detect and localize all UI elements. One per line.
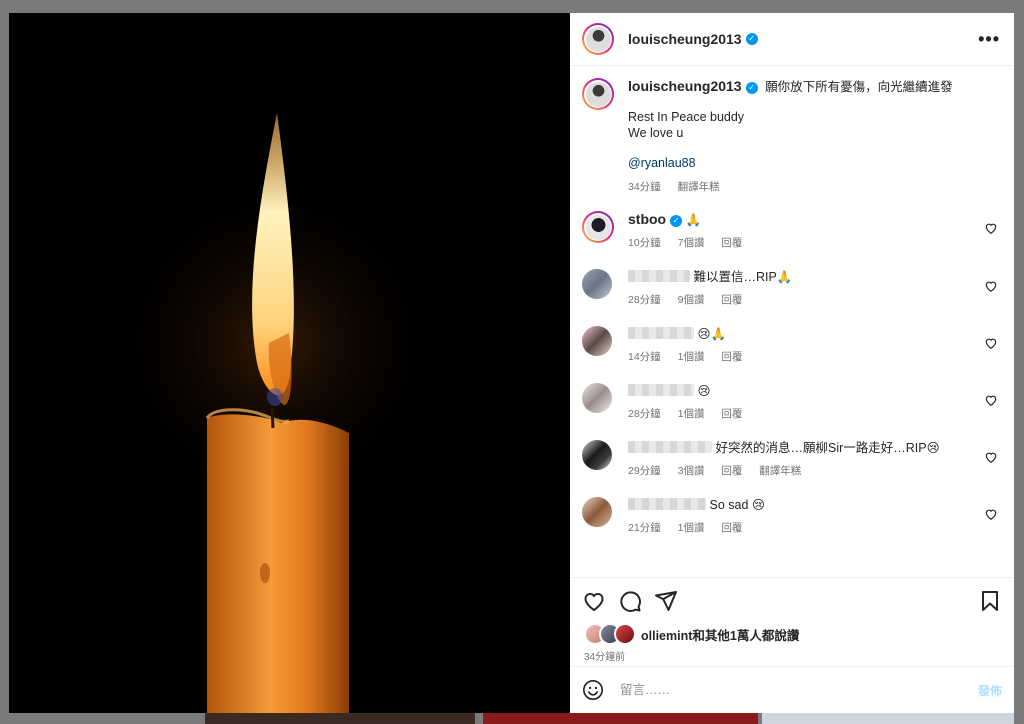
- commenter-username-blurred[interactable]: [628, 270, 690, 282]
- comment-item: 難以置信…RIP🙏 28分鐘 9個讚 回覆: [582, 269, 1000, 308]
- comment-likes[interactable]: 9個讚: [678, 294, 705, 306]
- like-comment-icon[interactable]: [984, 279, 998, 293]
- author-avatar[interactable]: [582, 23, 614, 55]
- post-comment-button[interactable]: 發佈: [978, 682, 1002, 699]
- translate-link[interactable]: 翻譯年糕: [759, 465, 801, 477]
- commenter-avatar[interactable]: [582, 383, 614, 415]
- comment-likes[interactable]: 1個讚: [678, 408, 705, 420]
- emoji-smiley-icon[interactable]: [582, 679, 604, 701]
- reply-button[interactable]: 回覆: [721, 408, 742, 420]
- more-options-icon[interactable]: •••: [978, 29, 1000, 50]
- commenter-avatar[interactable]: [582, 326, 614, 358]
- share-send-icon[interactable]: [654, 589, 678, 613]
- caption-username[interactable]: louischeung2013: [628, 78, 742, 94]
- comment-likes[interactable]: 1個讚: [678, 522, 705, 534]
- comment-text: 難以置信…RIP🙏: [693, 270, 793, 284]
- caption-mention-link[interactable]: @ryanlau88: [628, 155, 953, 171]
- like-comment-icon[interactable]: [984, 336, 998, 350]
- comment-item: 好突然的消息…願柳Sir一路走好…RIP😢 29分鐘 3個讚 回覆 翻譯年糕: [582, 440, 1000, 479]
- reply-button[interactable]: 回覆: [721, 294, 742, 306]
- likes-text[interactable]: olliemint和其他1萬人都說讚: [641, 625, 799, 644]
- like-comment-icon[interactable]: [984, 507, 998, 521]
- comment-likes[interactable]: 1個讚: [678, 351, 705, 363]
- post-timestamp: 34分鐘前: [584, 652, 626, 663]
- comment-text: So sad 😢: [709, 498, 765, 512]
- reply-button[interactable]: 回覆: [721, 351, 742, 363]
- commenter-avatar[interactable]: [582, 211, 614, 243]
- comment-time: 28分鐘: [628, 408, 661, 420]
- verified-badge-icon: ✓: [745, 33, 758, 45]
- caption-text: Rest In Peace buddy: [628, 110, 745, 124]
- commenter-avatar[interactable]: [582, 269, 614, 301]
- comment-text: 🙏: [685, 213, 702, 227]
- candle-photo: [9, 13, 570, 713]
- save-bookmark-icon[interactable]: [978, 589, 1002, 613]
- caption-text: 願你放下所有憂傷，向光繼續進發: [765, 80, 953, 94]
- commenter-username[interactable]: stboo: [628, 211, 666, 227]
- reply-button[interactable]: 回覆: [721, 465, 742, 477]
- verified-badge-icon: ✓: [670, 215, 683, 227]
- post-header: louischeung2013 ✓ •••: [570, 13, 1014, 66]
- post-image: [9, 13, 570, 713]
- commenter-username-blurred[interactable]: [628, 498, 706, 510]
- add-comment-bar: 發佈: [570, 666, 1014, 713]
- post-details-panel: louischeung2013 ✓ ••• louischeung2013 ✓ 願…: [570, 13, 1014, 713]
- comment-text: 😢: [697, 384, 711, 398]
- comment-time: 21分鐘: [628, 522, 661, 534]
- comment-text: 😢🙏: [697, 327, 727, 341]
- like-comment-icon[interactable]: [984, 393, 998, 407]
- comment-time: 10分鐘: [628, 237, 661, 249]
- comment-bubble-icon[interactable]: [618, 589, 642, 613]
- comment-time: 14分鐘: [628, 351, 661, 363]
- likes-summary[interactable]: olliemint和其他1萬人都說讚: [570, 623, 1014, 645]
- commenter-username-blurred[interactable]: [628, 327, 694, 339]
- post-modal: louischeung2013 ✓ ••• louischeung2013 ✓ 願…: [9, 13, 1014, 713]
- post-caption: louischeung2013 ✓ 願你放下所有憂傷，向光繼續進發 Rest In…: [582, 66, 1000, 195]
- liker-avatar: [614, 623, 636, 645]
- comment-likes[interactable]: 7個讚: [678, 237, 705, 249]
- comment-item: 😢 28分鐘 1個讚 回覆: [582, 383, 1000, 422]
- post-actions-bar: [570, 577, 1014, 624]
- reply-button[interactable]: 回覆: [721, 237, 742, 249]
- reply-button[interactable]: 回覆: [721, 522, 742, 534]
- caption-time: 34分鐘: [628, 181, 661, 193]
- comment-text: 好突然的消息…願柳Sir一路走好…RIP😢: [715, 441, 940, 455]
- commenter-avatar[interactable]: [582, 497, 614, 529]
- comment-time: 28分鐘: [628, 294, 661, 306]
- caption-text: We love u: [628, 126, 684, 140]
- commenter-avatar[interactable]: [582, 440, 614, 472]
- comment-item: stboo ✓ 🙏 10分鐘 7個讚 回覆: [582, 211, 1000, 251]
- caption-avatar[interactable]: [582, 78, 614, 110]
- comment-item: 😢🙏 14分鐘 1個讚 回覆: [582, 326, 1000, 365]
- translate-link[interactable]: 翻譯年糕: [678, 181, 720, 193]
- commenter-username-blurred[interactable]: [628, 384, 694, 396]
- like-heart-icon[interactable]: [582, 589, 606, 613]
- author-username[interactable]: louischeung2013: [628, 31, 742, 47]
- like-comment-icon[interactable]: [984, 450, 998, 464]
- commenter-username-blurred[interactable]: [628, 441, 712, 453]
- comments-list[interactable]: louischeung2013 ✓ 願你放下所有憂傷，向光繼續進發 Rest In…: [570, 66, 1014, 577]
- comment-likes[interactable]: 3個讚: [678, 465, 705, 477]
- caption-meta: 34分鐘 翻譯年糕: [628, 179, 953, 195]
- comment-item: So sad 😢 21分鐘 1個讚 回覆: [582, 497, 1000, 536]
- like-comment-icon[interactable]: [984, 221, 998, 235]
- comment-time: 29分鐘: [628, 465, 661, 477]
- comment-input[interactable]: [618, 682, 978, 698]
- verified-badge-icon: ✓: [745, 82, 758, 94]
